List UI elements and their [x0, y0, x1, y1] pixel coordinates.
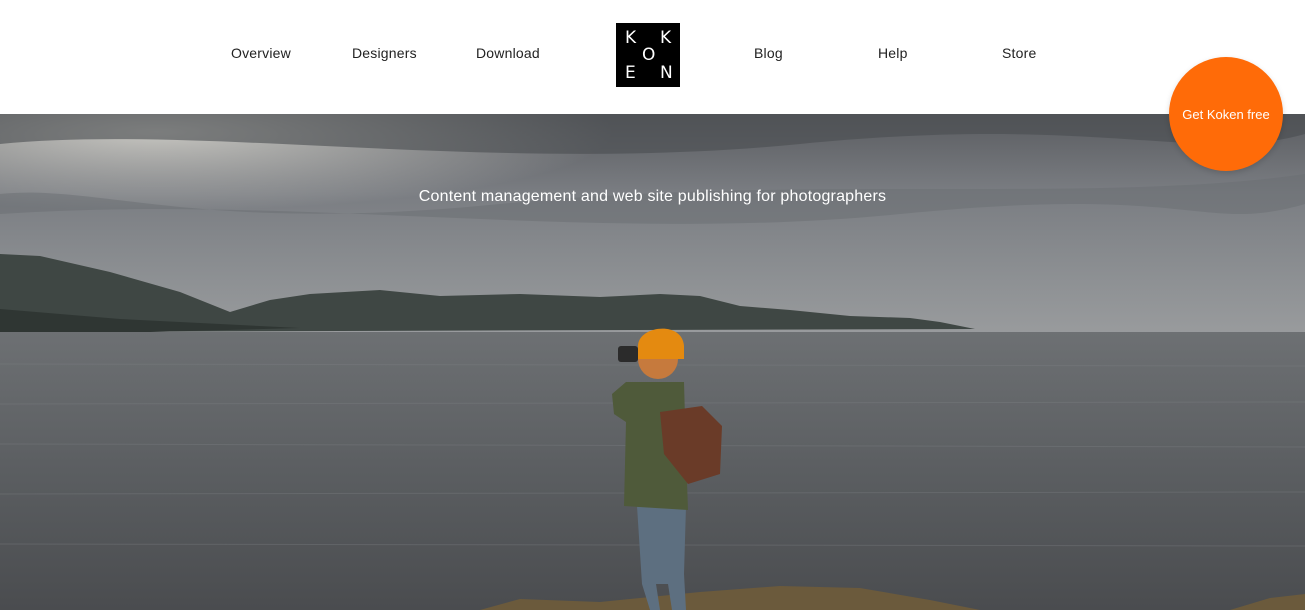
- nav-store[interactable]: Store: [1002, 45, 1036, 61]
- logo-letter: K: [625, 28, 637, 48]
- nav-download[interactable]: Download: [476, 45, 540, 61]
- get-koken-free-button[interactable]: Get Koken free: [1169, 57, 1283, 171]
- nav-blog[interactable]: Blog: [754, 45, 783, 61]
- logo-letter: E: [625, 63, 636, 83]
- koken-logo[interactable]: K K O E N: [616, 23, 680, 87]
- nav-designers[interactable]: Designers: [352, 45, 417, 61]
- logo-letter: K: [660, 28, 672, 48]
- hero-tagline: Content management and web site publishi…: [418, 188, 887, 205]
- hero-banner: Content management and web site publishi…: [0, 114, 1305, 610]
- nav-help[interactable]: Help: [878, 45, 908, 61]
- site-header: Overview Designers Download K K O E N Bl…: [0, 0, 1305, 114]
- nav-overview[interactable]: Overview: [231, 45, 291, 61]
- logo-letter: N: [660, 63, 673, 83]
- logo-letter: O: [642, 45, 656, 65]
